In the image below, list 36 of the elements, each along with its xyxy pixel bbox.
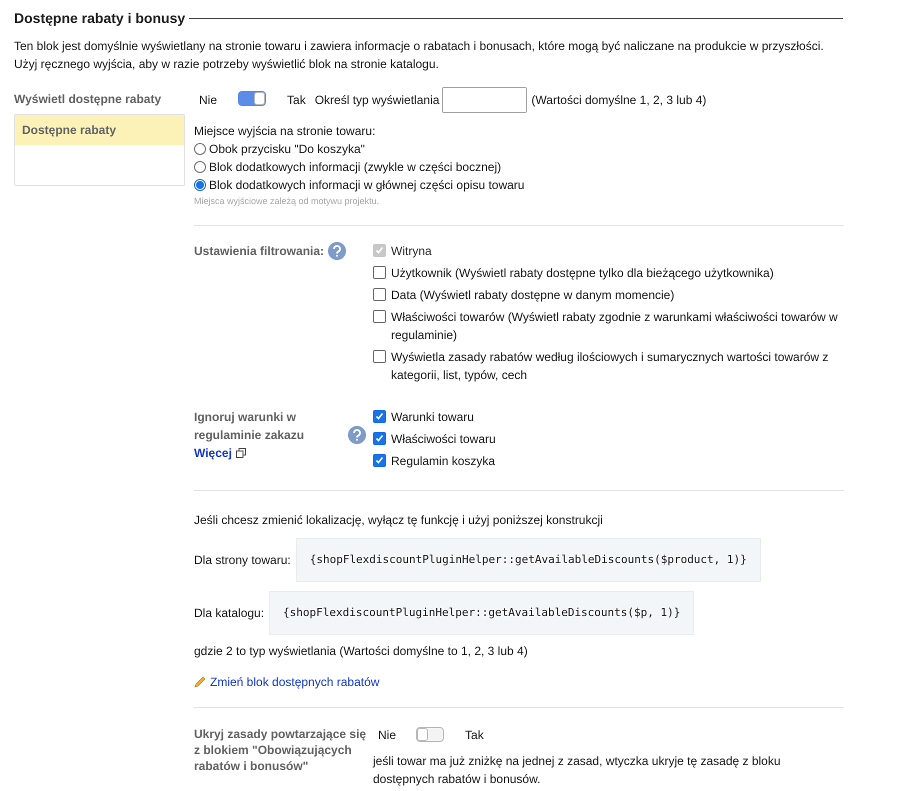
on-label: Tak [287, 92, 306, 109]
filter-label: Ustawienia filtrowania: [194, 244, 324, 258]
checkbox-label: Regulamin koszyka [391, 452, 496, 470]
manual-intro: Jeśli chcesz zmienić lokalizację, wyłącz tę funkcję i użyj poniższej konstrukcji [194, 512, 604, 528]
output-note: Miejsca wyjściowe zależą od motywu projektu. [194, 195, 380, 208]
code-snippet: {shopFlexdiscountPluginHelper::getAvailableDiscounts($p, 1)} [269, 590, 694, 634]
on-label: Tak [465, 726, 484, 744]
output-place-label: Miejsce wyjścia na stronie towaru: [194, 123, 376, 140]
type-hint: (Wartości domyślne 1, 2, 3 lub 4) [531, 92, 706, 109]
edit-link[interactable]: Zmień blok dostępnych rabatów [210, 672, 380, 690]
hide-repeat-label: Ukryj zasady powtarzające się z blokiem "Obowiązujących rabatów i bonusów" [194, 726, 368, 774]
ignore-label: Ignoruj warunki w regulaminie zakazu [194, 408, 306, 444]
snippet-label: Dla katalogu: [194, 604, 264, 622]
checkbox-label: Właściwości towaru [391, 430, 496, 448]
section-title: Dostępne rabaty i bonusy [14, 9, 186, 28]
radio-label: Blok dodatkowych informacji (zwykle w części bocznej) [209, 159, 502, 176]
hide-repeat-description: jeśli towar ma już zniżkę na jednej z zasad, wtyczka ukryje tę zasadę z bloku dostępnych rabatów i bonusów. [373, 752, 782, 788]
radio-label: Blok dodatkowych informacji w głównej części opisu towaru [209, 177, 524, 194]
radio-label: Obok przycisku "Do koszyka" [209, 141, 365, 158]
checkbox-label: Wyświetla zasady rabatów według ilościowych i sumarycznych wartości towarów z kategorii, list, typów, cech [391, 348, 830, 384]
more-link[interactable]: Więcej [194, 444, 246, 462]
manual-note: gdzie 2 to typ wyświetlania (Wartości domyślne to 1, 2, 3 lub 4) [194, 642, 529, 660]
checkbox-label: Użytkownik (Wyświetl rabaty dostępne tylko dla bieżącego użytkownika) [391, 264, 774, 282]
checkbox-label: Właściwości towarów (Wyświetl rabaty zgodnie z warunkami właściwości towarów w regulaminie) [391, 308, 839, 344]
snippet-label: Dla strony towaru: [194, 552, 291, 568]
checkbox-label: Data (Wyświetl rabaty dostępne w danym momencie) [391, 286, 674, 304]
off-label: Nie [378, 726, 396, 744]
code-snippet: {shopFlexdiscountPluginHelper::getAvailableDiscounts($product, 1)} [296, 538, 761, 582]
type-label: Określ typ wyświetlania [314, 92, 440, 109]
checkbox-label: Witryna [391, 242, 432, 260]
description-text: Użyj ręcznego wyjścia, aby w razie potrzeby wyświetlić blok na stronie katalogu. [14, 56, 440, 73]
checkbox-label: Warunki towaru [391, 408, 474, 426]
description-text: Ten blok jest domyślnie wyświetlany na stronie towaru i zawiera informacje o rabatach i bonusach, które mogą być naliczane na produkcie w przyszłości. [14, 38, 825, 55]
sidebar-item[interactable]: Dostępne rabaty [15, 115, 184, 145]
off-label: Nie [199, 92, 218, 109]
sidebar-title: Wyświetl dostępne rabaty [14, 91, 162, 108]
